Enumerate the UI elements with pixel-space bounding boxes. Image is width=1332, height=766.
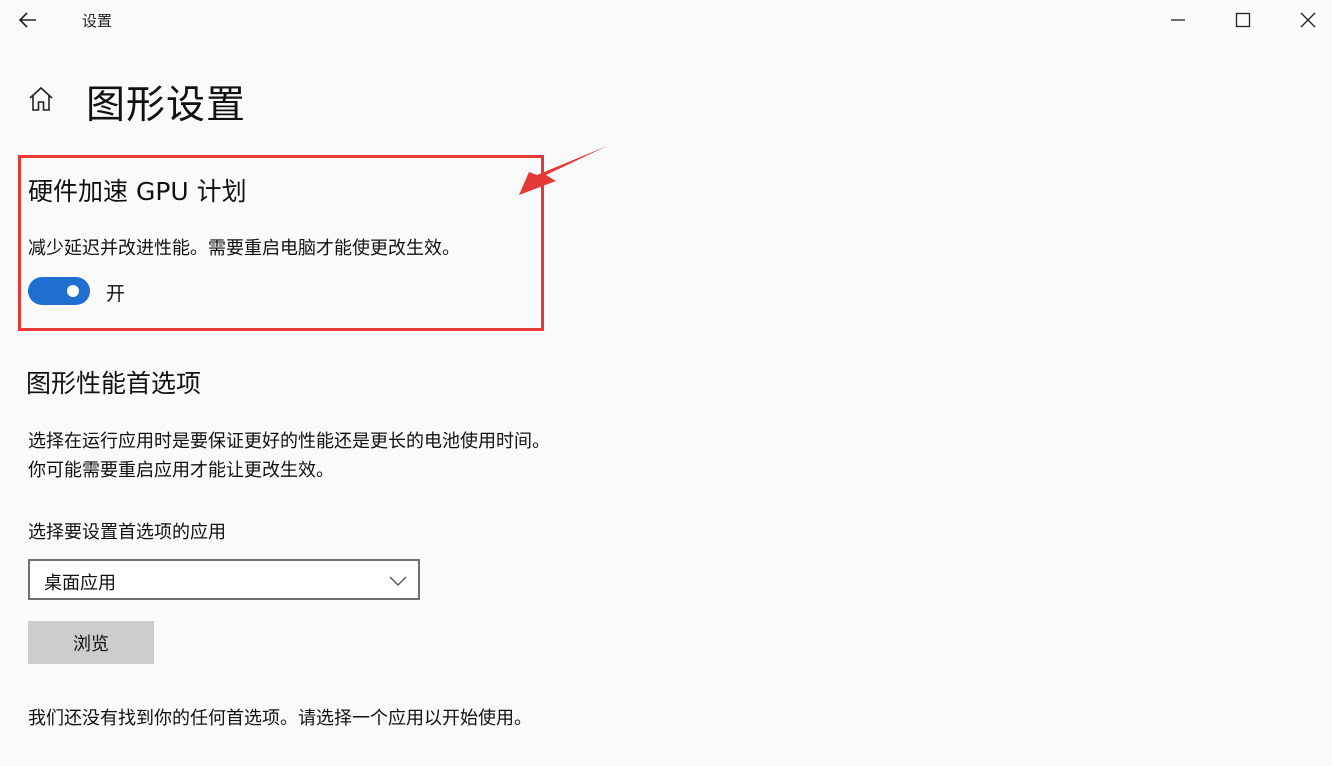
empty-preferences-message: 我们还没有找到你的任何首选项。请选择一个应用以开始使用。 [28, 708, 532, 729]
page-title: 图形设置 [86, 83, 247, 128]
toggle-state-label: 开 [106, 283, 126, 305]
maximize-icon [1235, 12, 1251, 28]
gpu-scheduling-toggle[interactable] [28, 277, 90, 305]
gpu-scheduling-title: 硬件加速 GPU 计划 [28, 177, 247, 206]
app-select-label: 选择要设置首选项的应用 [28, 522, 226, 543]
graphics-preference-title: 图形性能首选项 [26, 369, 202, 398]
browse-button[interactable]: 浏览 [28, 621, 154, 664]
close-icon [1300, 12, 1316, 28]
chevron-down-icon [389, 576, 407, 586]
graphics-preference-description-1: 选择在运行应用时是要保证更好的性能还是更长的电池使用时间。 [28, 431, 550, 452]
graphics-preference-description-2: 你可能需要重启应用才能让更改生效。 [28, 460, 334, 481]
back-arrow-icon [18, 12, 36, 28]
toggle-knob [67, 285, 79, 297]
home-button[interactable] [26, 84, 56, 114]
minimize-icon [1171, 19, 1185, 21]
minimize-button[interactable] [1158, 4, 1198, 36]
app-title: 设置 [82, 12, 113, 30]
maximize-button[interactable] [1223, 4, 1263, 36]
close-button[interactable] [1288, 4, 1328, 36]
app-type-dropdown[interactable]: 桌面应用 [28, 559, 420, 600]
title-bar: 设置 [0, 0, 1332, 40]
app-type-dropdown-value: 桌面应用 [44, 573, 116, 594]
gpu-scheduling-description: 减少延迟并改进性能。需要重启电脑才能使更改生效。 [28, 238, 460, 259]
back-button[interactable] [14, 6, 42, 34]
home-icon [29, 86, 53, 111]
